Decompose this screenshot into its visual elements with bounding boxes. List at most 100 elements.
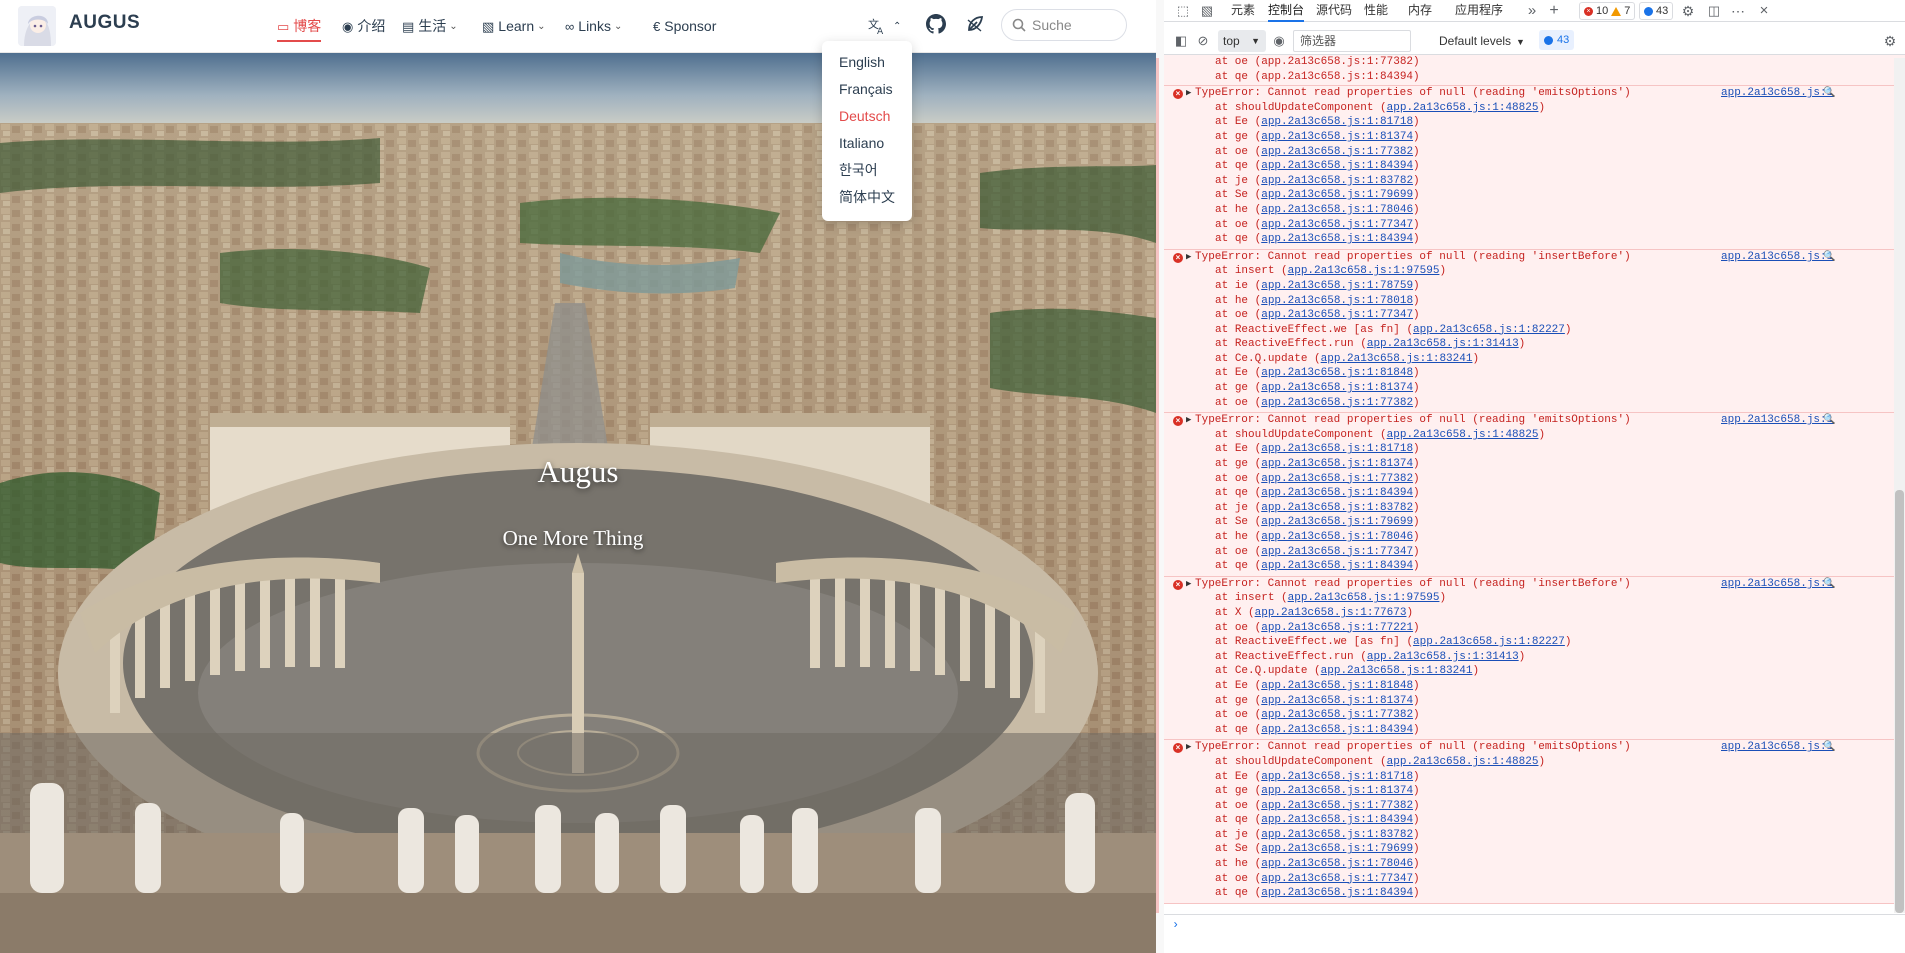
frame-source-link[interactable]: app.2a13c658.js:1:83241 [1321, 665, 1473, 677]
frame-source-link[interactable]: app.2a13c658.js:1:97595 [1288, 265, 1440, 277]
search-icon[interactable]: 🔍 [1823, 740, 1835, 755]
sidebar-toggle-icon[interactable]: ◧ [1172, 32, 1190, 50]
console-message-count[interactable]: 43 [1539, 30, 1575, 50]
frame-source-link[interactable]: app.2a13c658.js:1:78046 [1261, 531, 1413, 543]
frame-source-link[interactable]: app.2a13c658.js:1:81718 [1261, 116, 1413, 128]
context-selector[interactable]: top ▼ [1218, 30, 1266, 52]
add-tab-icon[interactable]: + [1545, 2, 1563, 20]
clear-console-icon[interactable]: ⊘ [1194, 32, 1212, 50]
device-toolbar-icon[interactable]: ▧ [1198, 2, 1216, 20]
search-input[interactable] [1032, 17, 1112, 33]
nav-learn[interactable]: ▧ Learn ⌄ [482, 13, 546, 39]
search-box[interactable] [1001, 9, 1127, 41]
more-tabs-icon[interactable]: » [1523, 2, 1541, 20]
customize-icon[interactable]: ◫ [1705, 2, 1723, 20]
frame-source-link[interactable]: app.2a13c658.js:1:97595 [1288, 592, 1440, 604]
frame-source-link[interactable]: app.2a13c658.js:1:81718 [1261, 771, 1413, 783]
frame-source-link[interactable]: app.2a13c658.js:1:78018 [1261, 295, 1413, 307]
search-icon[interactable]: 🔍 [1823, 86, 1835, 101]
frame-source-link[interactable]: app.2a13c658.js:1:78759 [1261, 280, 1413, 292]
console-scrollbar-thumb[interactable] [1895, 490, 1904, 913]
lang-option-french[interactable]: Français [822, 78, 912, 105]
log-levels-dropdown[interactable]: Default levels ▼ [1439, 30, 1525, 52]
source-link[interactable]: app.2a13c658.js:1 [1721, 250, 1833, 265]
frame-source-link[interactable]: app.2a13c658.js:1:78046 [1261, 204, 1413, 216]
frame-source-link[interactable]: app.2a13c658.js:1:81374 [1261, 382, 1413, 394]
frame-source-link[interactable]: app.2a13c658.js:1:81848 [1261, 367, 1413, 379]
frame-source-link[interactable]: app.2a13c658.js:1:84394 [1261, 724, 1413, 736]
source-link[interactable]: app.2a13c658.js:1 [1721, 577, 1833, 592]
console-error-message[interactable]: × ▶ TypeError: Cannot read properties of n… [1164, 413, 1905, 577]
frame-source-link[interactable]: app.2a13c658.js:1:84394 [1261, 233, 1413, 245]
frame-source-link[interactable]: app.2a13c658.js:1:84394 [1261, 887, 1413, 899]
frame-source-link[interactable]: app.2a13c658.js:1:81848 [1261, 680, 1413, 692]
frame-source-link[interactable]: app.2a13c658.js:1:81718 [1261, 443, 1413, 455]
nav-sponsor[interactable]: € Sponsor [653, 13, 716, 39]
expand-triangle-icon[interactable]: ▶ [1186, 86, 1191, 101]
frame-source-link[interactable]: app.2a13c658.js:1:84394 [1261, 560, 1413, 572]
frame-source-link[interactable]: app.2a13c658.js:1:84394 [1261, 814, 1413, 826]
frame-source-link[interactable]: app.2a13c658.js:1:78046 [1261, 858, 1413, 870]
console-prompt[interactable]: › [1164, 914, 1905, 934]
frame-source-link[interactable]: app.2a13c658.js:1:77347 [1261, 873, 1413, 885]
frame-source-link[interactable]: app.2a13c658.js:1:48825 [1387, 102, 1539, 114]
more-options-icon[interactable]: ⋯ [1729, 2, 1747, 20]
lang-option-italian[interactable]: Italiano [822, 132, 912, 159]
frame-source-link[interactable]: app.2a13c658.js:1:77347 [1261, 546, 1413, 558]
language-switcher-button[interactable]: 文 A ⌃ [867, 13, 909, 39]
site-brand[interactable]: AUGUS [69, 12, 140, 34]
frame-source-link[interactable]: app.2a13c658.js:1:77382 [1261, 146, 1413, 158]
frame-source-link[interactable]: app.2a13c658.js:1:31413 [1367, 338, 1519, 350]
frame-source-link[interactable]: app.2a13c658.js:1:77382 [1261, 800, 1413, 812]
tab-sources[interactable]: 源代码 [1316, 0, 1352, 22]
frame-source-link[interactable]: app.2a13c658.js:1:31413 [1367, 651, 1519, 663]
frame-source-link[interactable]: app.2a13c658.js:1:84394 [1261, 487, 1413, 499]
tab-elements[interactable]: 元素 [1231, 0, 1255, 22]
tab-application[interactable]: 应用程序 [1455, 0, 1503, 22]
frame-source-link[interactable]: app.2a13c658.js:1:82227 [1413, 636, 1565, 648]
console-error-message[interactable]: × ▶ TypeError: Cannot read properties of n… [1164, 249, 1905, 414]
frame-source-link[interactable]: app.2a13c658.js:1:81374 [1261, 785, 1413, 797]
console-settings-gear-icon[interactable]: ⚙ [1881, 32, 1899, 50]
tab-memory[interactable]: 内存 [1408, 0, 1432, 22]
frame-source-link[interactable]: app.2a13c658.js:1:48825 [1387, 429, 1539, 441]
frame-source-link[interactable]: app.2a13c658.js:1:81374 [1261, 131, 1413, 143]
source-link[interactable]: app.2a13c658.js:1 [1721, 413, 1833, 428]
frame-source-link[interactable]: app.2a13c658.js:1:79699 [1261, 189, 1413, 201]
search-icon[interactable]: 🔍 [1823, 413, 1835, 428]
source-link[interactable]: app.2a13c658.js:1 [1721, 740, 1833, 755]
frame-source-link[interactable]: app.2a13c658.js:1:77347 [1261, 309, 1413, 321]
frame-source-link[interactable]: app.2a13c658.js:1:77382 [1261, 709, 1413, 721]
nav-links[interactable]: ∞ Links ⌄ [565, 13, 622, 39]
github-icon[interactable] [926, 14, 946, 34]
frame-source-link[interactable]: app.2a13c658.js:1:77347 [1261, 219, 1413, 231]
nav-blog[interactable]: ▭ 博客 [277, 13, 322, 42]
live-expression-eye-icon[interactable]: ◉ [1270, 32, 1288, 50]
frame-source-link[interactable]: app.2a13c658.js:1:77221 [1261, 622, 1413, 634]
frame-source-link[interactable]: app.2a13c658.js:1:81374 [1261, 458, 1413, 470]
console-error-message[interactable]: × ▶ TypeError: Cannot read properties of n… [1164, 576, 1905, 741]
error-message-header[interactable]: × ▶ TypeError: Cannot read properties of n… [1164, 413, 1905, 428]
nav-life[interactable]: ▤ 生活 ⌄ [402, 13, 458, 39]
frame-source-link[interactable]: app.2a13c658.js:1:79699 [1261, 516, 1413, 528]
lang-option-english[interactable]: English [822, 51, 912, 78]
error-message-header[interactable]: × ▶ TypeError: Cannot read properties of n… [1164, 86, 1905, 101]
tab-performance[interactable]: 性能 [1364, 0, 1388, 22]
error-message-header[interactable]: × ▶ TypeError: Cannot read properties of n… [1164, 250, 1905, 265]
frame-source-link[interactable]: app.2a13c658.js:1:83782 [1261, 829, 1413, 841]
console-filter-input[interactable]: 筛选器 [1293, 30, 1411, 52]
close-icon[interactable]: × [1755, 2, 1773, 20]
inspect-element-icon[interactable]: ⬚ [1174, 2, 1192, 20]
expand-triangle-icon[interactable]: ▶ [1186, 413, 1191, 428]
lang-option-chinese[interactable]: 简体中文 [822, 186, 912, 213]
tab-console[interactable]: 控制台 [1268, 0, 1305, 22]
frame-source-link[interactable]: app.2a13c658.js:1:84394 [1261, 160, 1413, 172]
frame-source-link[interactable]: app.2a13c658.js:1:83782 [1261, 175, 1413, 187]
console-error-message[interactable]: × ▶ TypeError: Cannot read properties of n… [1164, 740, 1905, 904]
nav-intro[interactable]: ◉ 介绍 [342, 13, 385, 39]
frame-source-link[interactable]: app.2a13c658.js:1:82227 [1413, 324, 1565, 336]
console-error-message[interactable]: × ▶ TypeError: Cannot read properties of n… [1164, 86, 1905, 250]
issues-badge[interactable]: × 10 7 [1579, 2, 1636, 20]
search-icon[interactable]: 🔍 [1823, 250, 1835, 265]
frame-source-link[interactable]: app.2a13c658.js:1:79699 [1261, 843, 1413, 855]
